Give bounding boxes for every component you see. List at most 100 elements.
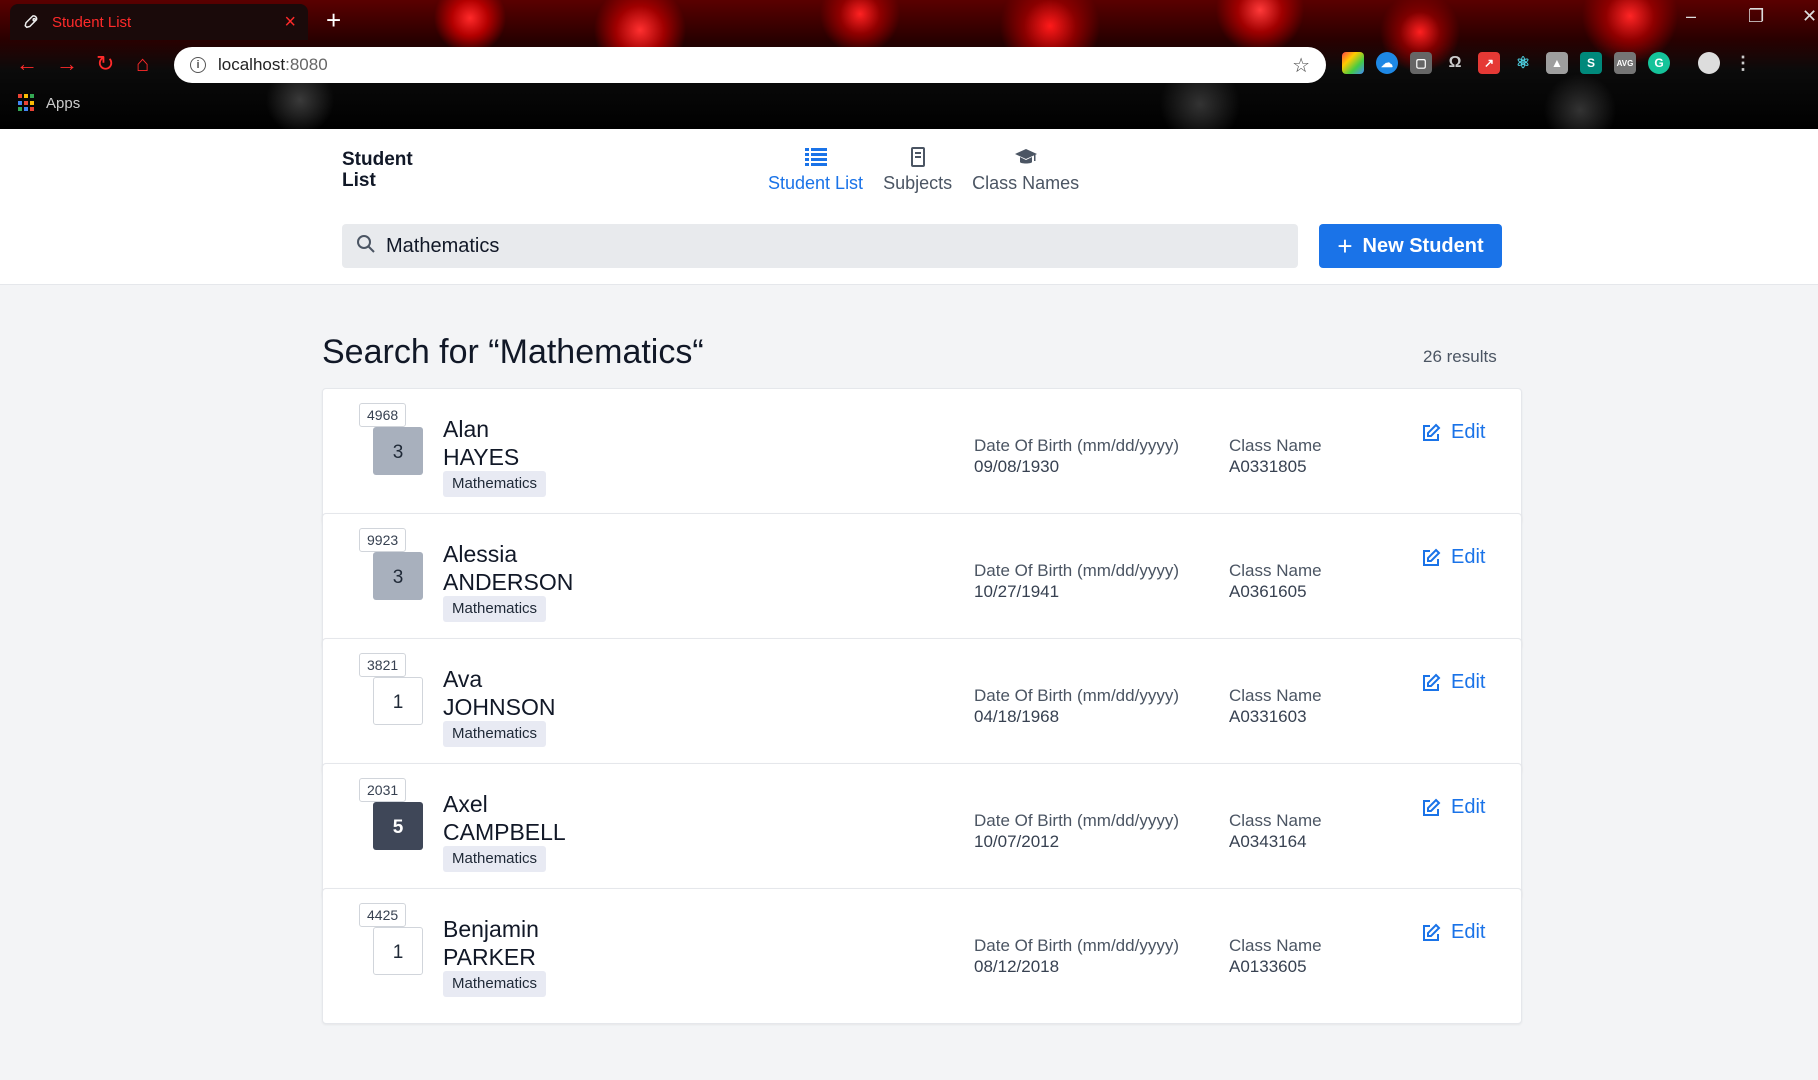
new-student-button[interactable]: + New Student (1319, 224, 1502, 268)
dob-field: Date Of Birth (mm/dd/yyyy) 08/12/2018 (974, 936, 1179, 976)
new-student-label: New Student (1362, 234, 1484, 257)
react-extension-icon[interactable]: ⚛ (1512, 52, 1534, 74)
subject-tag: Mathematics (443, 596, 547, 622)
dob-field: Date Of Birth (mm/dd/yyyy) 10/27/1941 (974, 561, 1179, 601)
main-nav: Student List Subjects Class Names (768, 145, 1079, 194)
s-extension-icon[interactable]: S (1580, 52, 1602, 74)
level-badge: 3 (373, 552, 423, 600)
student-id: 2031 (359, 778, 407, 802)
search-icon (356, 234, 376, 259)
bookmarks-bar[interactable]: Apps (18, 94, 80, 112)
dob-field: Date Of Birth (mm/dd/yyyy) 04/18/1968 (974, 686, 1179, 726)
class-name-field: Class Name A0133605 (1229, 936, 1322, 976)
results-title: Search for “Mathematics“ (322, 333, 704, 371)
class-name-field: Class Name A0361605 (1229, 561, 1322, 601)
tab-subjects[interactable]: Subjects (883, 145, 952, 194)
dob-field: Date Of Birth (mm/dd/yyyy) 09/08/1930 (974, 436, 1179, 476)
minimize-icon[interactable]: – (1686, 6, 1696, 27)
grammarly-extension-icon[interactable]: G (1648, 52, 1670, 74)
subject-tag: Mathematics (443, 471, 547, 497)
subject-tag: Mathematics (443, 846, 547, 872)
student-id: 4425 (359, 903, 407, 927)
student-badge: 3 4968 (359, 403, 423, 475)
tab-student-list[interactable]: Student List (768, 145, 863, 194)
info-icon[interactable]: i (190, 57, 206, 73)
student-badge: 3 9923 (359, 528, 423, 600)
level-badge: 5 (373, 802, 423, 850)
forward-icon[interactable]: → (56, 52, 78, 76)
cloud-extension-icon[interactable]: ☁ (1376, 52, 1398, 74)
student-badge: 5 2031 (359, 778, 423, 850)
edit-icon (1423, 673, 1441, 691)
student-card: 3 9923 Alessia ANDERSON Mathematics Date … (322, 513, 1522, 649)
extensions-bar: ☁ ▢ Ω ↗ ⚛ ▲ S AVG G ⋮ (1342, 52, 1754, 74)
arrow-extension-icon[interactable]: ↗ (1478, 52, 1500, 74)
close-tab-icon[interactable]: × (284, 12, 296, 32)
edit-icon (1423, 798, 1441, 816)
edit-button[interactable]: Edit (1421, 921, 1485, 944)
tab-label: Subjects (883, 173, 953, 193)
student-badge: 1 3821 (359, 653, 423, 725)
brand-title: Student List (342, 149, 413, 191)
graduation-cap-icon (1014, 145, 1037, 169)
new-tab-button[interactable]: + (326, 6, 341, 34)
student-name: Benjamin PARKER (443, 916, 539, 970)
edit-icon (1423, 923, 1441, 941)
class-name-field: Class Name A0343164 (1229, 811, 1322, 851)
address-bar[interactable]: i localhost:8080 ☆ (174, 47, 1326, 83)
menu-dots-icon[interactable]: ⋮ (1732, 52, 1754, 74)
home-icon[interactable]: ⌂ (136, 52, 149, 76)
student-id: 9923 (359, 528, 407, 552)
rocket-icon (22, 12, 42, 32)
level-badge: 1 (373, 927, 423, 975)
bookmark-star-icon[interactable]: ☆ (1292, 53, 1310, 78)
student-card: 3 4968 Alan HAYES Mathematics Date Of Bir… (322, 388, 1522, 524)
student-badge: 1 4425 (359, 903, 423, 975)
tab-class-names[interactable]: Class Names (972, 145, 1079, 194)
dob-field: Date Of Birth (mm/dd/yyyy) 10/07/2012 (974, 811, 1179, 851)
results-count: 26 results (1423, 347, 1497, 366)
avg-extension-icon[interactable]: AVG (1614, 52, 1636, 74)
student-name: Alessia ANDERSON (443, 541, 574, 595)
apps-label: Apps (46, 94, 81, 112)
app-header: Student List Student List Subjects Class… (0, 129, 1818, 285)
url-text: localhost:8080 (218, 55, 328, 74)
apps-grid-icon (18, 94, 36, 112)
reload-icon[interactable]: ↻ (96, 52, 114, 76)
browser-tab[interactable]: Student List × (10, 4, 308, 40)
edit-button[interactable]: Edit (1421, 546, 1485, 569)
level-badge: 1 (373, 677, 423, 725)
color-picker-extension-icon[interactable] (1342, 52, 1364, 74)
box-extension-icon[interactable]: ▢ (1410, 52, 1432, 74)
student-card: 1 4425 Benjamin PARKER Mathematics Date O… (322, 888, 1522, 1024)
student-name: Alan HAYES (443, 416, 520, 470)
class-name-field: Class Name A0331805 (1229, 436, 1322, 476)
search-bar[interactable] (342, 224, 1298, 268)
class-name-field: Class Name A0331603 (1229, 686, 1322, 726)
search-input[interactable] (386, 234, 1284, 258)
level-badge: 3 (373, 427, 423, 475)
back-icon[interactable]: ← (16, 52, 38, 76)
edit-button[interactable]: Edit (1421, 671, 1485, 694)
student-card: 5 2031 Axel CAMPBELL Mathematics Date Of … (322, 763, 1522, 899)
tab-title: Student List (52, 13, 132, 31)
subject-tag: Mathematics (443, 721, 547, 747)
tab-label: Student List (768, 173, 864, 193)
student-name: Ava JOHNSON (443, 666, 556, 720)
student-card: 1 3821 Ava JOHNSON Mathematics Date Of Bi… (322, 638, 1522, 774)
edit-button[interactable]: Edit (1421, 421, 1485, 444)
plus-icon: + (1337, 231, 1353, 261)
edit-button[interactable]: Edit (1421, 796, 1485, 819)
book-icon (910, 145, 926, 169)
close-window-icon[interactable]: ✕ (1802, 6, 1817, 27)
omega-extension-icon[interactable]: Ω (1444, 52, 1466, 74)
edit-icon (1423, 423, 1441, 441)
student-id: 4968 (359, 403, 407, 427)
profile-avatar-icon[interactable] (1698, 52, 1720, 74)
image-extension-icon[interactable]: ▲ (1546, 52, 1568, 74)
student-name: Axel CAMPBELL (443, 791, 566, 845)
edit-icon (1423, 548, 1441, 566)
restore-icon[interactable]: ❐ (1748, 6, 1764, 27)
tab-label: Class Names (972, 173, 1080, 193)
browser-chrome: Student List × + – ❐ ✕ ← → ↻ ⌂ i localho… (0, 0, 1818, 129)
